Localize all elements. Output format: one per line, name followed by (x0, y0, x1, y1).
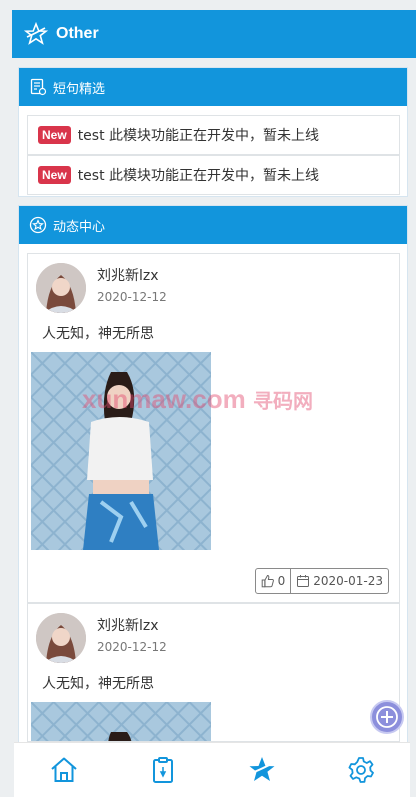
tab-star[interactable] (242, 750, 282, 790)
post-author[interactable]: 刘兆新lzx (97, 615, 159, 635)
plus-circle-icon (376, 706, 398, 728)
post-card: 刘兆新lzx 2020-12-12 人无知，神无所思 0 2020-01-23 (27, 253, 400, 603)
news-item[interactable]: New test 此模块功能正在开发中，暂未上线 (27, 115, 400, 155)
post-photo[interactable] (31, 352, 211, 550)
new-badge: New (38, 126, 71, 144)
watermark-latin: xunmaw.com (82, 384, 246, 414)
page-title: Other (56, 25, 99, 42)
avatar[interactable] (36, 263, 86, 313)
post-content: 人无知，神无所思 (42, 326, 154, 342)
star-logo-icon (248, 757, 275, 781)
clipboard-icon (152, 757, 173, 783)
tab-clipboard[interactable] (143, 750, 183, 790)
new-badge: New (38, 166, 71, 184)
tab-settings[interactable] (341, 750, 381, 790)
post-publish-date: 2020-01-23 (313, 574, 383, 588)
add-button[interactable] (370, 700, 404, 734)
news-text: test 此模块功能正在开发中，暂未上线 (77, 168, 320, 184)
news-item[interactable]: New test 此模块功能正在开发中，暂未上线 (27, 155, 400, 195)
post-date-button[interactable]: 2020-01-23 (290, 569, 388, 593)
star-logo-icon (24, 22, 48, 45)
thumbs-up-icon (261, 574, 274, 588)
avatar[interactable] (36, 613, 86, 663)
bottom-tab-bar (14, 742, 410, 797)
post-actions: 0 2020-01-23 (254, 568, 389, 594)
tab-home[interactable] (44, 750, 84, 790)
short-sentences-header: 短句精选 (19, 68, 407, 106)
gear-icon (348, 757, 374, 783)
short-sentences-title: 短句精选 (53, 81, 106, 97)
like-count: 0 (277, 574, 286, 588)
news-text: test 此模块功能正在开发中，暂未上线 (77, 128, 320, 144)
feed-title: 动态中心 (53, 219, 106, 235)
watermark: xunmaw.com 寻码网 (82, 384, 313, 415)
document-list-icon (30, 78, 47, 96)
feed-header: 动态中心 (19, 206, 407, 244)
star-circle-icon (29, 216, 47, 234)
post-card: 刘兆新lzx 2020-12-12 人无知，神无所思 (27, 603, 400, 742)
watermark-cn: 寻码网 (252, 391, 313, 413)
post-photo[interactable] (31, 702, 211, 741)
like-button[interactable]: 0 (256, 569, 291, 593)
post-date: 2020-12-12 (97, 290, 167, 304)
post-content: 人无知，神无所思 (42, 676, 154, 692)
home-icon (50, 757, 77, 782)
post-author[interactable]: 刘兆新lzx (97, 265, 159, 285)
app-header: Other (12, 10, 416, 58)
calendar-icon (297, 575, 310, 587)
post-date: 2020-12-12 (97, 640, 167, 654)
